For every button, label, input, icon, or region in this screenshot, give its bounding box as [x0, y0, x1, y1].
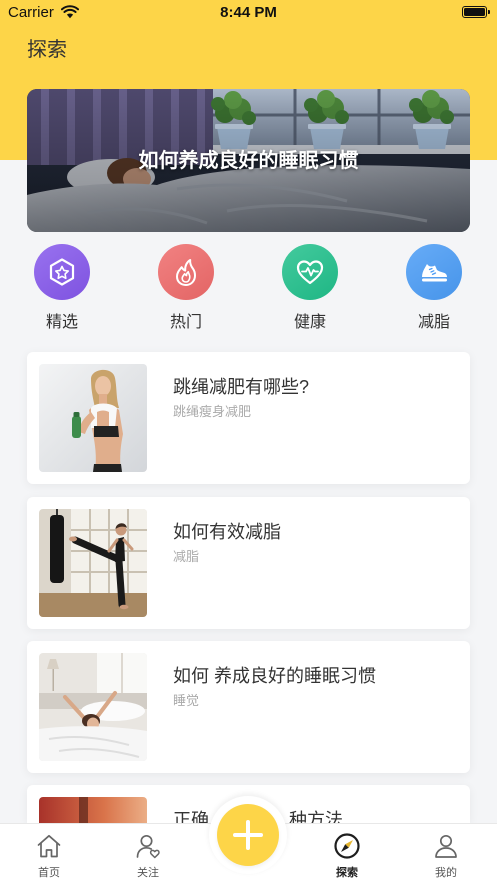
category-hot[interactable]: 热门	[146, 244, 226, 336]
article-card[interactable]: 如何有效减脂 减脂	[27, 497, 470, 629]
battery-icon	[462, 6, 487, 18]
article-tag: 跳绳瘦身减肥	[173, 404, 252, 419]
category-fat-loss[interactable]: 减脂	[394, 244, 474, 336]
follow-icon	[136, 834, 160, 859]
category-health[interactable]: 健康	[270, 244, 350, 336]
article-title: 跳绳减肥有哪些?	[173, 377, 310, 397]
status-bar: Carrier 8:44 PM	[0, 0, 497, 24]
category-label: 精选	[45, 314, 78, 331]
article-card[interactable]: 如何 养成良好的睡眠习惯 睡觉	[27, 641, 470, 773]
article-thumbnail	[39, 797, 147, 823]
tab-explore[interactable]: 探索	[307, 824, 387, 883]
article-title: 如何 养成良好的睡眠习惯	[173, 666, 376, 686]
punching-bag	[50, 509, 64, 583]
tab-profile[interactable]: 我的	[406, 824, 486, 883]
tab-follow[interactable]: 关注	[108, 824, 188, 883]
clock: 8:44 PM	[220, 4, 277, 21]
flame-icon	[176, 259, 196, 286]
category-health-badge	[282, 244, 338, 300]
article-title-start: 正确	[173, 810, 209, 823]
banner-title: 如何养成良好的睡眠习惯	[138, 150, 359, 172]
article-tag: 减脂	[173, 549, 200, 564]
article-thumbnail	[39, 364, 147, 472]
category-hot-badge	[158, 244, 214, 300]
sneaker-icon	[422, 264, 447, 282]
battery-level	[464, 8, 485, 16]
compass-icon	[334, 833, 360, 859]
heart-pulse-icon	[296, 260, 324, 285]
tab-home[interactable]: 首页	[9, 824, 89, 883]
category-label: 减脂	[417, 314, 450, 331]
category-label: 热门	[169, 314, 202, 331]
tab-label: 首页	[38, 867, 60, 879]
tab-label: 我的	[435, 867, 457, 879]
star-hexagon-icon	[49, 258, 75, 286]
floor	[39, 593, 147, 617]
home-icon	[37, 834, 61, 858]
category-featured[interactable]: 精选	[22, 244, 102, 336]
article-title: 如何有效减脂	[173, 522, 281, 542]
page-title: 探索	[27, 39, 67, 61]
profile-icon	[435, 834, 457, 858]
category-label: 健康	[293, 314, 326, 331]
tab-label: 探索	[336, 867, 358, 879]
article-tag: 睡觉	[173, 693, 200, 708]
article-title-end: 种方法	[289, 810, 343, 823]
category-fat-loss-badge	[406, 244, 462, 300]
article-thumbnail	[39, 653, 147, 761]
silhouette	[79, 797, 88, 823]
add-post-button[interactable]	[217, 804, 279, 866]
featured-banner[interactable]: 如何养成良好的睡眠习惯	[27, 89, 470, 232]
battery-terminal	[488, 10, 490, 14]
article-card[interactable]: 跳绳减肥有哪些? 跳绳瘦身减肥	[27, 352, 470, 484]
article-thumbnail	[39, 509, 147, 617]
tab-label: 关注	[137, 867, 159, 879]
category-featured-badge	[34, 244, 90, 300]
